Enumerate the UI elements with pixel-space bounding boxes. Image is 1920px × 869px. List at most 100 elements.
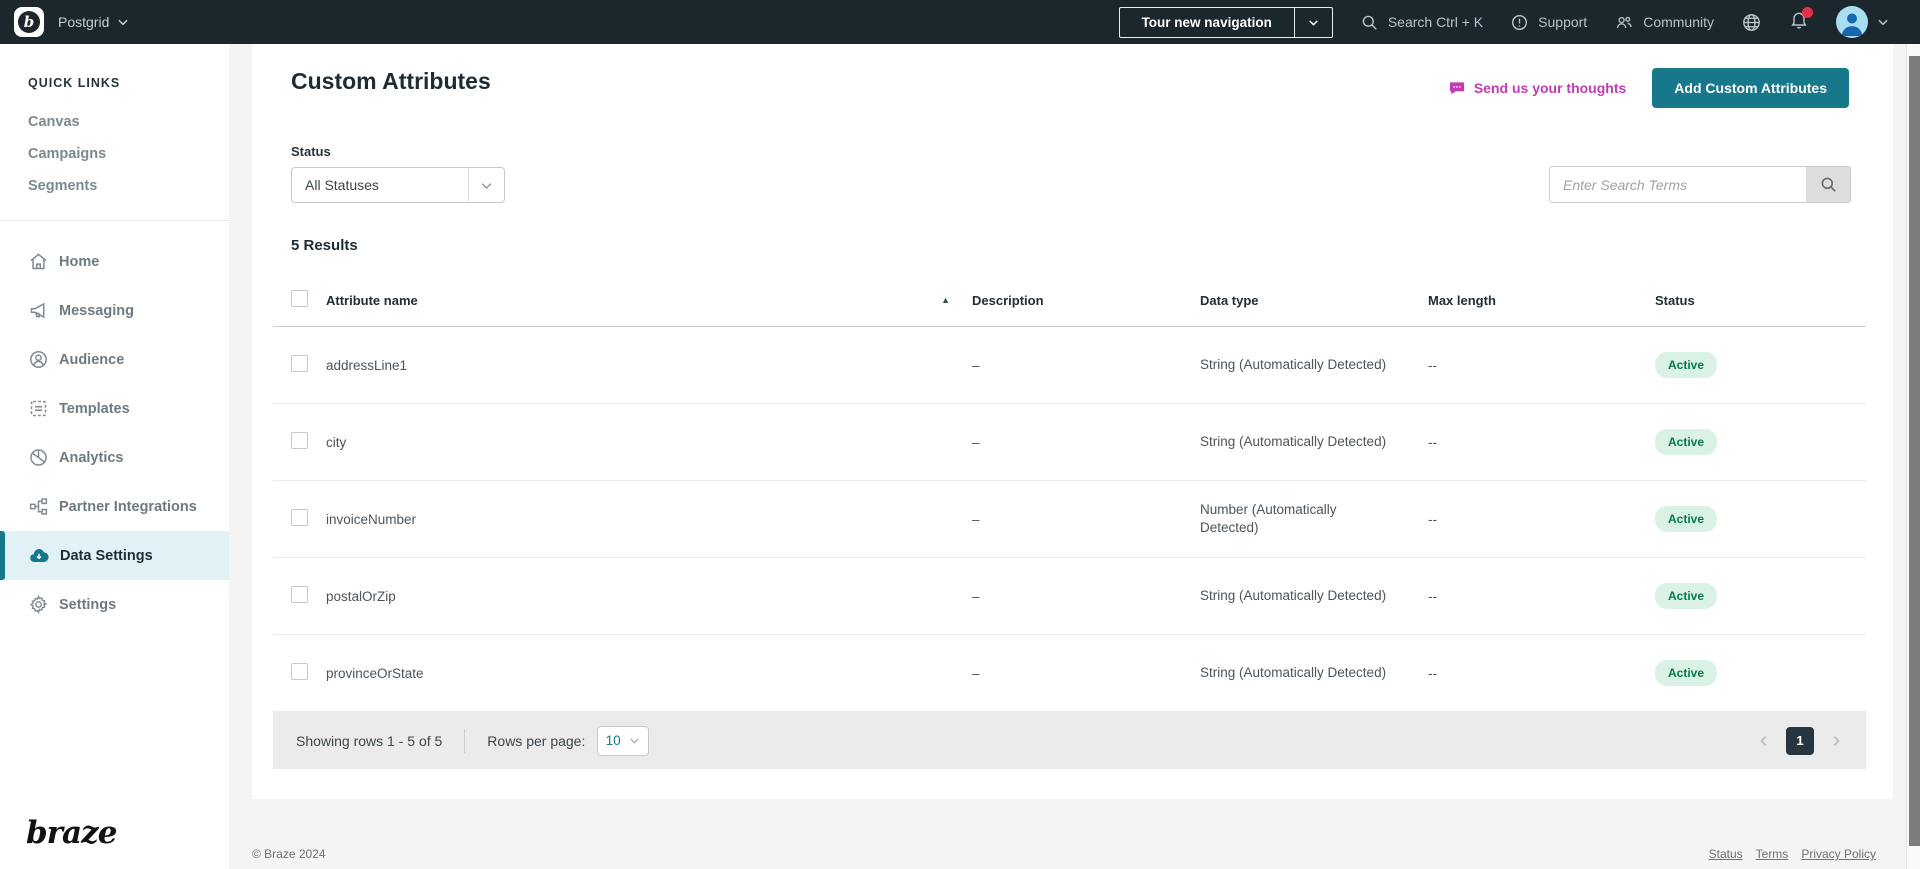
attribute-name-cell[interactable]: city (326, 404, 972, 481)
footer-link-status[interactable]: Status (1709, 847, 1743, 861)
table-row: postalOrZip – String (Automatically Dete… (273, 558, 1866, 635)
tour-new-navigation-button[interactable]: Tour new navigation (1119, 7, 1333, 38)
description-cell: – (972, 558, 1200, 635)
previous-page-button[interactable] (1756, 733, 1772, 749)
table-search (1549, 166, 1851, 203)
add-custom-attributes-button[interactable]: Add Custom Attributes (1652, 68, 1849, 108)
chevron-down-icon (628, 734, 641, 747)
column-header-description[interactable]: Description (972, 276, 1200, 327)
avatar-person-icon (1836, 6, 1868, 38)
user-avatar[interactable] (1836, 6, 1868, 38)
data-type-cell: String (Automatically Detected) (1200, 587, 1390, 605)
results-count: 5 Results (252, 203, 1893, 254)
attribute-name-cell[interactable]: addressLine1 (326, 327, 972, 404)
tour-button-label[interactable]: Tour new navigation (1120, 8, 1294, 37)
pagination: 1 (1756, 727, 1844, 755)
sidebar-item-label: Audience (59, 352, 124, 368)
sidebar-item-partner-integrations[interactable]: Partner Integrations (0, 482, 229, 531)
attribute-name-cell[interactable]: provinceOrState (326, 635, 972, 712)
row-checkbox[interactable] (291, 432, 308, 449)
quick-link-segments[interactable]: Segments (28, 170, 229, 202)
vertical-scrollbar[interactable] (1906, 44, 1920, 869)
globe-icon[interactable] (1741, 12, 1762, 33)
description-cell: – (972, 481, 1200, 558)
attribute-name-cell[interactable]: invoiceNumber (326, 481, 972, 558)
status-filter-label: Status (291, 144, 505, 159)
row-checkbox[interactable] (291, 355, 308, 372)
status-badge: Active (1655, 429, 1717, 455)
row-checkbox[interactable] (291, 586, 308, 603)
status-badge: Active (1655, 660, 1717, 686)
quick-link-canvas[interactable]: Canvas (28, 106, 229, 138)
community-icon (1614, 13, 1634, 32)
sidebar-item-templates[interactable]: Templates (0, 384, 229, 433)
search-input[interactable] (1550, 167, 1806, 202)
quick-link-campaigns[interactable]: Campaigns (28, 138, 229, 170)
attribute-name-cell[interactable]: postalOrZip (326, 558, 972, 635)
column-header-max-length[interactable]: Max length (1428, 276, 1655, 327)
sidebar-item-label: Partner Integrations (59, 499, 197, 515)
notification-badge (1802, 7, 1813, 18)
sidebar-item-messaging[interactable]: Messaging (0, 286, 229, 335)
max-length-cell: -- (1428, 327, 1655, 404)
search-icon (1360, 13, 1379, 32)
table-header-row: Attribute name ▲ Description Data type M… (273, 276, 1866, 327)
sidebar-item-data-settings[interactable]: Data Settings (0, 531, 229, 580)
notifications-button[interactable] (1789, 10, 1809, 35)
braze-logo[interactable]: b (14, 7, 44, 37)
column-header-data-type[interactable]: Data type (1200, 276, 1428, 327)
page-number-button[interactable]: 1 (1786, 727, 1814, 755)
max-length-cell: -- (1428, 635, 1655, 712)
support-label: Support (1538, 14, 1587, 30)
status-filter-select[interactable]: All Statuses (291, 167, 505, 203)
search-icon (1819, 175, 1838, 194)
tour-chevron-toggle[interactable] (1294, 8, 1332, 37)
community-link[interactable]: Community (1614, 13, 1714, 32)
footer-link-terms[interactable]: Terms (1756, 847, 1789, 861)
support-icon (1510, 13, 1529, 32)
sidebar-item-analytics[interactable]: Analytics (0, 433, 229, 482)
chevron-left-icon (1756, 733, 1772, 749)
page-footer: © Braze 2024 Status Terms Privacy Policy (252, 847, 1898, 861)
sort-ascending-icon[interactable]: ▲ (941, 293, 950, 307)
rows-per-page-select[interactable]: 10 (597, 726, 649, 756)
select-all-checkbox[interactable] (291, 290, 308, 307)
global-search[interactable]: Search Ctrl + K (1360, 13, 1483, 32)
search-shortcut-label: Search Ctrl + K (1388, 14, 1483, 30)
braze-wordmark: braze (26, 815, 116, 851)
table-row: provinceOrState – String (Automatically … (273, 635, 1866, 712)
search-submit-button[interactable] (1806, 167, 1850, 202)
sidebar-item-label: Data Settings (60, 548, 153, 564)
sidebar-item-label: Templates (59, 401, 130, 417)
data-type-cell: String (Automatically Detected) (1200, 664, 1390, 682)
footer-link-privacy-policy[interactable]: Privacy Policy (1801, 847, 1876, 861)
cloud-download-icon (28, 545, 50, 567)
data-type-cell: Number (Automatically Detected) (1200, 501, 1390, 537)
row-checkbox[interactable] (291, 663, 308, 680)
sidebar-item-label: Messaging (59, 303, 134, 319)
next-page-button[interactable] (1828, 733, 1844, 749)
top-navbar: b Postgrid Tour new navigation Search Ct… (0, 0, 1920, 44)
data-type-cell: String (Automatically Detected) (1200, 433, 1390, 451)
templates-icon (28, 398, 49, 419)
sidebar-item-home[interactable]: Home (0, 237, 229, 286)
scrollbar-thumb[interactable] (1909, 56, 1920, 846)
table-footer: Showing rows 1 - 5 of 5 Rows per page: 1… (273, 712, 1866, 769)
custom-attributes-panel: Custom Attributes Send us your thoughts … (252, 44, 1893, 799)
chevron-down-icon (116, 15, 130, 29)
quick-links-heading: QUICK LINKS (28, 76, 229, 90)
left-sidebar: QUICK LINKS Canvas Campaigns Segments Ho… (0, 44, 229, 869)
row-checkbox[interactable] (291, 509, 308, 526)
sidebar-item-settings[interactable]: Settings (0, 580, 229, 629)
account-chevron-down-icon[interactable] (1876, 15, 1890, 29)
workspace-switcher[interactable]: Postgrid (58, 14, 130, 30)
max-length-cell: -- (1428, 404, 1655, 481)
table-row: city – String (Automatically Detected) -… (273, 404, 1866, 481)
column-header-attribute-name[interactable]: Attribute name ▲ (326, 276, 972, 327)
send-feedback-link[interactable]: Send us your thoughts (1448, 79, 1626, 97)
column-header-status[interactable]: Status (1655, 276, 1866, 327)
support-menu[interactable]: Support (1510, 13, 1587, 32)
sidebar-item-audience[interactable]: Audience (0, 335, 229, 384)
status-badge: Active (1655, 506, 1717, 532)
audience-icon (28, 349, 49, 370)
